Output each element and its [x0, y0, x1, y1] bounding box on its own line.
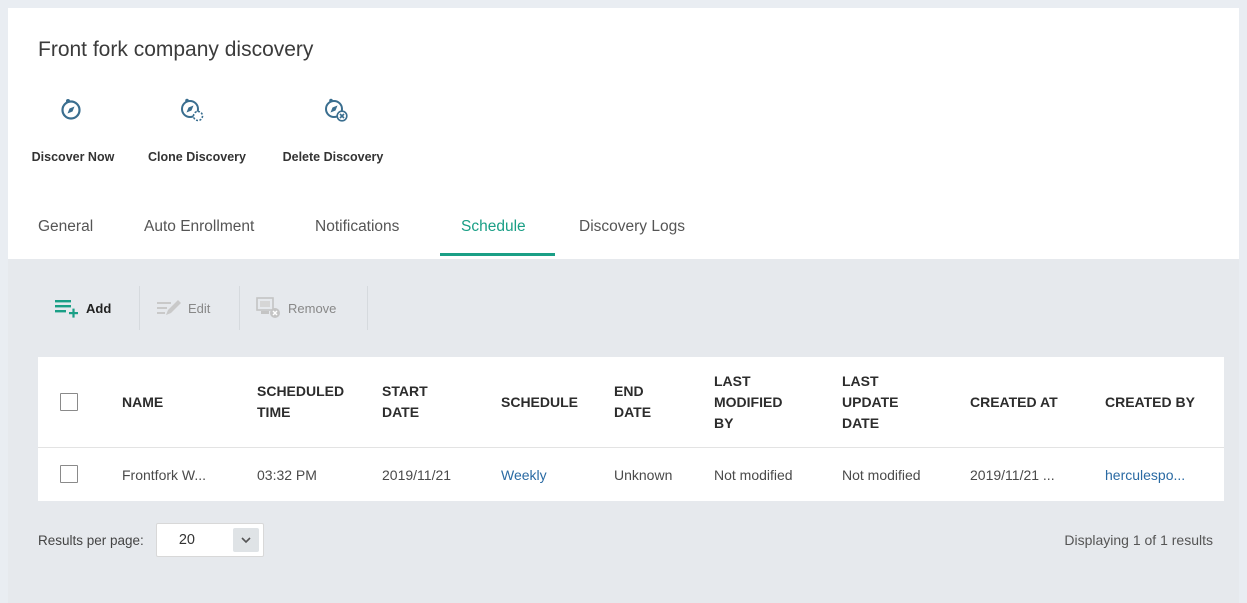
cell-last-modified-by: Not modified [714, 466, 793, 483]
clone-discovery-button[interactable]: Clone Discovery [137, 96, 257, 164]
tab-general[interactable]: General [38, 218, 93, 236]
tab-schedule[interactable]: Schedule [461, 218, 526, 236]
col-scheduled-time[interactable]: SCHEDULED TIME [257, 357, 344, 447]
select-all-checkbox[interactable] [60, 393, 78, 411]
cell-last-update-date: Not modified [842, 466, 921, 483]
cell-scheduled-time: 03:32 PM [257, 466, 317, 483]
results-count: Displaying 1 of 1 results [1064, 532, 1213, 548]
schedule-table: NAME SCHEDULED TIME START DATE SCHEDULE EN… [38, 357, 1224, 501]
col-start-date[interactable]: START DATE [382, 357, 428, 447]
col-schedule[interactable]: SCHEDULE [501, 357, 578, 447]
remove-label: Remove [288, 300, 337, 316]
cell-end-date: Unknown [614, 466, 673, 483]
edit-pencil-icon [156, 297, 182, 319]
tab-bar: General Auto Enrollment Notifications Sc… [8, 206, 1239, 259]
cell-created-by-link[interactable]: herculespo... [1105, 448, 1185, 501]
results-per-page-value: 20 [178, 532, 195, 548]
tab-discovery-logs[interactable]: Discovery Logs [579, 218, 685, 236]
col-created-by[interactable]: CREATED BY [1105, 357, 1195, 447]
col-created-at[interactable]: CREATED AT [970, 357, 1058, 447]
remove-icon [256, 297, 282, 319]
col-end-date[interactable]: END DATE [614, 357, 651, 447]
cell-name[interactable]: Frontfork W... [122, 448, 206, 501]
delete-discovery-button[interactable]: Delete Discovery [272, 96, 394, 164]
delete-discovery-label: Delete Discovery [282, 150, 384, 164]
clone-discovery-icon [177, 96, 205, 124]
add-list-icon [54, 297, 80, 319]
discover-now-icon [57, 96, 85, 124]
active-tab-indicator [440, 253, 555, 256]
edit-label: Edit [188, 300, 211, 316]
results-per-page: Results per page: 20 [38, 523, 264, 557]
remove-button[interactable]: Remove [240, 286, 368, 330]
row-checkbox[interactable] [60, 465, 78, 483]
delete-discovery-icon [321, 96, 349, 124]
discover-now-button[interactable]: Discover Now [24, 96, 122, 164]
discover-now-label: Discover Now [31, 150, 115, 164]
clone-discovery-label: Clone Discovery [148, 150, 246, 164]
edit-button[interactable]: Edit [140, 286, 240, 330]
results-per-page-label: Results per page: [38, 532, 144, 548]
cell-created-at: 2019/11/21 ... [970, 466, 1055, 483]
cell-start-date: 2019/11/21 [382, 466, 452, 483]
tab-notifications[interactable]: Notifications [315, 218, 399, 236]
results-per-page-select[interactable]: 20 [155, 523, 264, 557]
add-label: Add [86, 300, 112, 316]
col-last-modified-by[interactable]: LAST MODIFIED BY [714, 357, 782, 447]
tab-auto-enrollment[interactable]: Auto Enrollment [144, 218, 254, 236]
chevron-down-icon[interactable] [232, 528, 259, 552]
col-last-update-date[interactable]: LAST UPDATE DATE [842, 357, 899, 447]
col-name[interactable]: NAME [122, 357, 163, 447]
page-title: Front fork company discovery [38, 38, 314, 61]
add-button[interactable]: Add [38, 286, 140, 330]
cell-schedule-link[interactable]: Weekly [501, 448, 547, 501]
table-row: Frontfork W... 03:32 PM 2019/11/21 Weekl… [38, 448, 1224, 501]
schedule-panel: Add Edit Remove NAME SCHEDULED TIME STAR… [8, 259, 1239, 603]
discovery-panel: Front fork company discovery Discover No… [8, 8, 1239, 603]
table-header-row: NAME SCHEDULED TIME START DATE SCHEDULE EN… [38, 357, 1224, 448]
